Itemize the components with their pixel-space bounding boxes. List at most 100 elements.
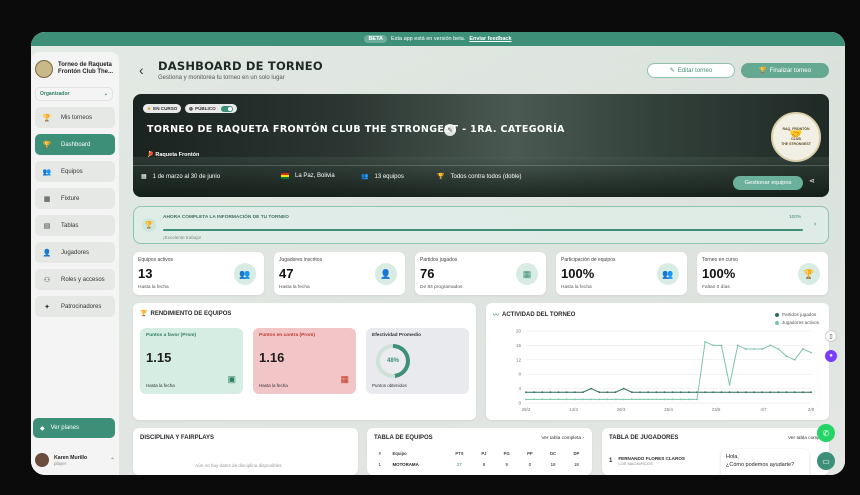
language-flag-icon[interactable]: ●	[825, 350, 837, 362]
kpi-label: Torneo en curso	[702, 257, 738, 263]
sidebar-item-roles[interactable]: ⚇ Roles y accesos	[35, 269, 115, 290]
x-tick-label: 25/4	[664, 407, 673, 412]
trophy-icon: 🏆	[798, 263, 820, 285]
club-brand[interactable]: Torneo de Raqueta Frontón Club The...	[31, 52, 119, 84]
data-point	[744, 348, 747, 350]
roles-icon: ⚇	[43, 276, 51, 284]
chat-icon[interactable]: ▭	[817, 452, 835, 470]
dates-text: 1 de marzo al 30 de junio	[152, 173, 221, 180]
cell: 27	[456, 462, 462, 467]
beta-banner: BETA Esta app está en versión beta. Envi…	[31, 32, 845, 46]
dates-info: ▦ 1 de marzo al 30 de junio	[141, 173, 221, 181]
cell: 9	[505, 462, 508, 467]
disciplina-empty: Aún no hay datos de disciplina disponibl…	[195, 463, 282, 468]
seal-bottom: THE STRONGEST	[781, 142, 811, 146]
data-point	[549, 391, 552, 394]
whatsapp-icon[interactable]: ✆	[817, 424, 835, 442]
data-point	[736, 344, 739, 347]
book-icon[interactable]: ▯	[825, 330, 837, 342]
visibility-text: PÚBLICO	[195, 106, 216, 111]
kpi-sub: De 84 programados	[420, 285, 463, 290]
location-text: La Paz, Bolivia	[295, 173, 335, 179]
x-tick-label: 28/3	[617, 407, 626, 412]
sidebar-item-label: Jugadores	[61, 249, 90, 256]
trophy-icon: 🏆	[759, 68, 767, 74]
data-point	[573, 398, 576, 401]
kpi-value: 47	[279, 266, 294, 281]
share-icon[interactable]: ⋖	[809, 177, 815, 185]
user-icon: 👤	[375, 263, 397, 285]
sidebar-item-fixture[interactable]: ▦ Fixture	[35, 188, 115, 209]
edit-tournament-button[interactable]: ✎ Editar torneo	[647, 63, 735, 78]
card-sub: Hasta la fecha	[259, 383, 288, 388]
data-point	[720, 344, 723, 347]
rendimiento-title: 🏆 RENDIMIENTO DE EQUIPOS	[140, 310, 231, 318]
data-point	[712, 344, 715, 347]
sidebar-item-equipos[interactable]: 👥 Equipos	[35, 161, 115, 182]
teams-info: 👥 13 equipos	[361, 173, 404, 181]
feedback-link[interactable]: Enviar feedback	[469, 36, 511, 42]
data-point	[557, 391, 560, 394]
role-select[interactable]: Organizador ⌄	[35, 87, 113, 101]
sidebar-item-patrocinadores[interactable]: ✦ Patrocinadores	[35, 296, 115, 317]
completion-sub: ¡Excelente trabajo!	[163, 235, 202, 240]
kpi-sub: Hasta la fecha	[138, 285, 169, 290]
y-tick-label: 16	[516, 343, 522, 348]
data-point	[704, 340, 707, 343]
back-arrow-icon[interactable]: ‹	[139, 62, 144, 78]
tabla-equipos-link[interactable]: Ver tabla completa ›	[541, 436, 584, 441]
user-menu[interactable]: Karen Murillo player ⌃	[35, 446, 115, 474]
data-point	[590, 398, 593, 401]
manage-teams-button[interactable]: Gestionar equipos	[733, 176, 803, 190]
col-header: PTS	[455, 451, 464, 456]
teams-text: 13 equipos	[374, 173, 404, 180]
table-row[interactable]: 1 MOTORAMA 27 9 9 0 18 18	[371, 459, 588, 470]
ring-value: 48%	[380, 348, 406, 374]
data-point	[565, 398, 568, 401]
chat-line: ¿Cómo podemos ayudarte?	[726, 462, 795, 468]
col-header: DC	[549, 451, 557, 456]
racket-icon: 🏓	[147, 152, 154, 158]
card-value: 1.16	[259, 350, 285, 365]
club-logo	[35, 60, 53, 78]
chevron-up-icon: ⌃	[109, 457, 115, 464]
status-badge: ★ EN CURSO	[143, 104, 182, 113]
player-row[interactable]: 1 FERNANDO FLORES CLAROS LOS MAGNIFICOS	[609, 456, 685, 466]
visibility-toggle[interactable]	[220, 105, 233, 112]
data-point	[582, 391, 584, 394]
data-point	[687, 391, 690, 394]
finish-tournament-button[interactable]: 🏆 Finalizar torneo	[741, 63, 829, 78]
sidebar-item-label: Tablas	[61, 222, 79, 229]
data-point	[761, 348, 764, 350]
data-point	[679, 398, 682, 401]
data-point	[663, 391, 666, 394]
completion-progress	[163, 229, 803, 231]
trophy-icon: 🏆	[437, 174, 445, 180]
visibility-badge: ◍ PÚBLICO	[185, 104, 237, 113]
ver-planes-button[interactable]: ◆ Ver planes	[33, 418, 115, 438]
sidebar-item-dashboard[interactable]: 🏆 Dashboard	[35, 134, 115, 155]
x-tick-label: 23/5	[712, 407, 721, 412]
calendar-icon: ▦	[43, 195, 51, 203]
data-point	[647, 391, 650, 394]
sidebar-item-jugadores[interactable]: 👤 Jugadores	[35, 242, 115, 263]
sidebar-item-mis-torneos[interactable]: 🏆 Mis torneos	[35, 107, 115, 128]
user-icon: 👤	[42, 249, 52, 257]
globe-icon: ◍	[189, 105, 194, 111]
completion-title: AHORA COMPLETA LA INFORMACIÓN DE TU TORN…	[163, 215, 289, 220]
club-name: Torneo de Raqueta Frontón Club The...	[58, 61, 113, 76]
edit-title-icon[interactable]: ✎	[444, 124, 456, 136]
chat-bubble[interactable]: Hola, ¿Cómo podemos ayudarte?	[721, 449, 809, 475]
data-point	[533, 391, 536, 394]
sidebar-item-label: Fixture	[61, 195, 80, 202]
data-point	[590, 387, 593, 390]
col-header: PJ	[481, 451, 487, 456]
kpi-sub: Hasta la fecha	[561, 285, 592, 290]
sidebar-item-tablas[interactable]: ▤ Tablas	[35, 215, 115, 236]
efectividad-card: Efectividad Promedio 48% Puntos obtenido…	[366, 328, 469, 394]
data-point	[793, 358, 796, 361]
tournament-hero: ★ EN CURSO ◍ PÚBLICO TORNEO DE RAQUETA FRO…	[133, 94, 829, 197]
sponsor-icon: ✦	[44, 303, 50, 311]
arrow-right-icon: ›	[582, 436, 584, 441]
completion-banner[interactable]: 🏆 AHORA COMPLETA LA INFORMACIÓN DE TU TO…	[133, 206, 829, 244]
